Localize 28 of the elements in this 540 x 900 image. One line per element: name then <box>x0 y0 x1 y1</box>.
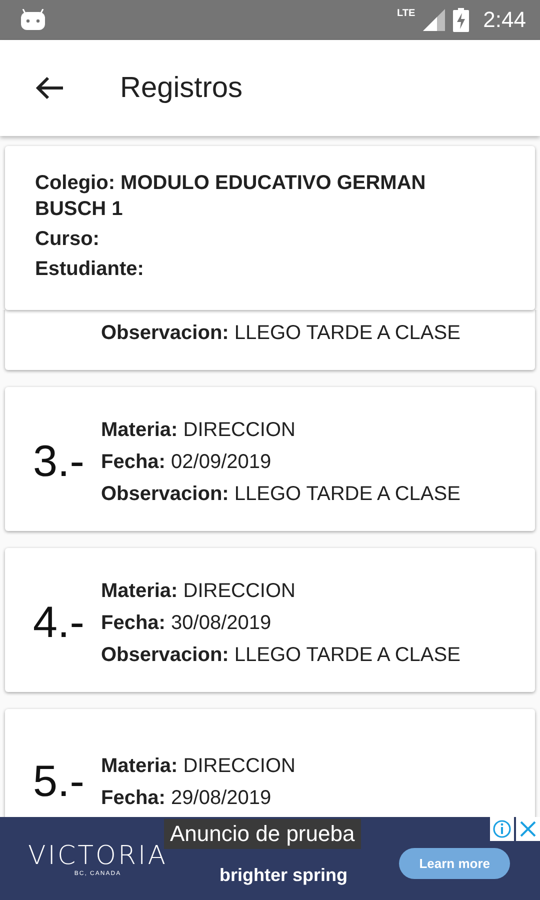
school-info-line: Curso: <box>35 227 100 252</box>
android-icon <box>20 9 46 31</box>
record-field: Observacion: LLEGO TARDE A CLASE <box>101 320 460 346</box>
info-icon <box>493 820 511 838</box>
ad-headline: brighter spring <box>219 865 348 886</box>
test-ad-label: Anuncio de prueba <box>164 819 361 849</box>
record-field: Observacion: LLEGO TARDE A CLASE <box>101 642 460 668</box>
record-field: Materia: DIRECCION <box>101 578 460 604</box>
record-field: Observacion: LLEGO TARDE A CLASE <box>101 481 460 507</box>
info-button[interactable] <box>490 817 514 841</box>
close-button[interactable] <box>516 817 540 841</box>
close-icon <box>520 821 536 837</box>
record-field: Fecha: 29/08/2019 <box>101 785 296 811</box>
record-number: 3.- <box>33 437 86 487</box>
signal-icon <box>423 9 446 31</box>
network-type: LTE <box>397 8 416 19</box>
screen-title: Registros <box>120 72 242 104</box>
school-info-line: Colegio: MODULO EDUCATIVO GERMAN BUSCH 1 <box>35 171 427 222</box>
record-field: Fecha: 02/09/2019 <box>101 449 460 475</box>
record-number: 5.- <box>33 757 86 807</box>
clock: 2:44 <box>483 7 526 33</box>
back-arrow-icon <box>36 76 64 100</box>
record-field: Fecha: 30/08/2019 <box>101 610 460 636</box>
battery-charging-icon <box>453 8 470 32</box>
school-info-line: Estudiante: <box>35 257 145 282</box>
record-field: Materia: DIRECCION <box>101 417 460 443</box>
record-number: 4.- <box>33 598 86 648</box>
record-field: Materia: DIRECCION <box>101 753 296 779</box>
